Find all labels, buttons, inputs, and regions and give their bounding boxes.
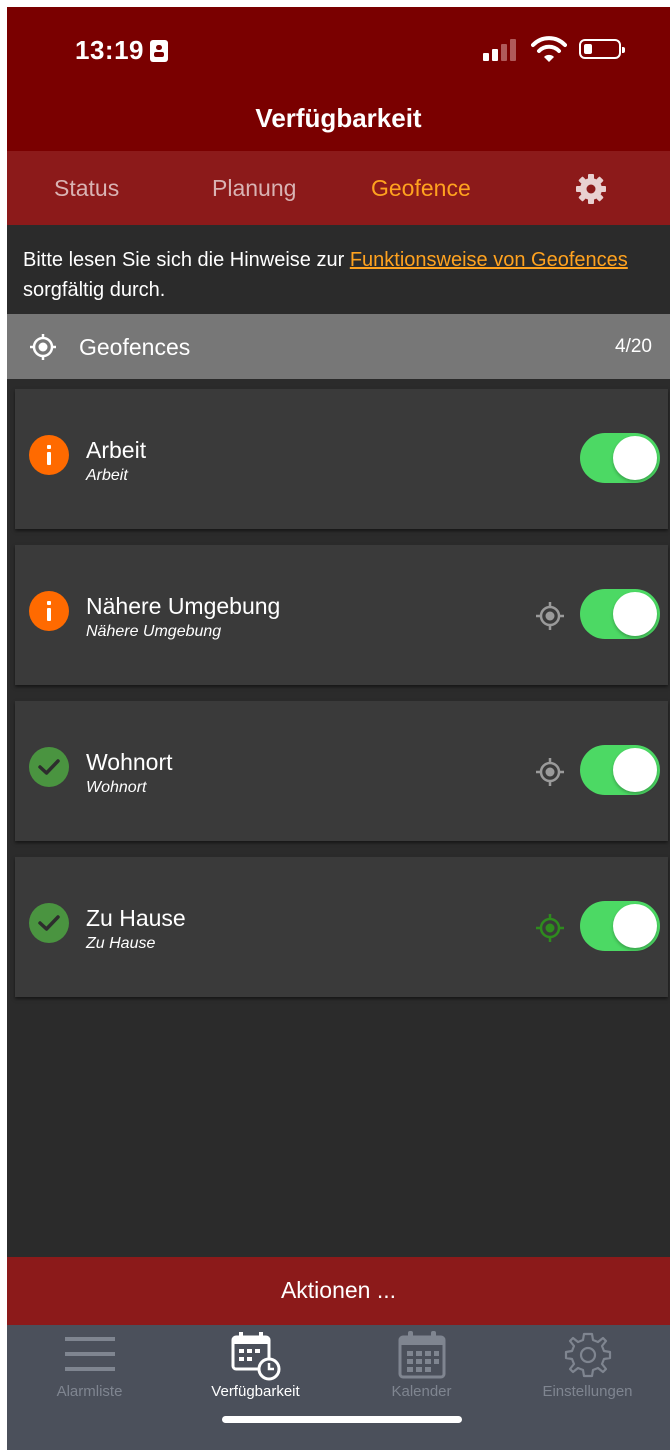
geofence-toggle[interactable] (580, 745, 660, 795)
locate-icon[interactable] (535, 757, 565, 787)
nav-einstellungen[interactable]: Einstellungen (505, 1325, 670, 1415)
locate-icon[interactable] (535, 601, 565, 631)
geofence-subtitle: Wohnort (86, 779, 147, 796)
bottom-nav: Alarmliste Verfügbarkeit Kalender Einste… (7, 1325, 670, 1450)
geofence-item-arbeit[interactable]: Arbeit Arbeit (15, 389, 668, 529)
tab-planung[interactable]: Planung (212, 175, 296, 202)
geofence-item-zu-hause[interactable]: Zu Hause Zu Hause (15, 857, 668, 997)
geofence-toggle[interactable] (580, 901, 660, 951)
page-title: Verfügbarkeit (255, 103, 422, 133)
calendar-clock-icon (231, 1332, 280, 1381)
warning-info-icon (29, 591, 69, 631)
actions-button[interactable]: Aktionen ... (7, 1257, 670, 1325)
geofence-title: Arbeit (86, 437, 147, 463)
notice-text-before: Bitte lesen Sie sich die Hinweise zur (23, 249, 350, 271)
geofences-section-header: Geofences 4/20 (7, 314, 670, 379)
geofence-title: Wohnort (86, 749, 173, 775)
wifi-icon (531, 36, 567, 62)
check-circle-icon (29, 903, 69, 943)
cellular-signal-icon (483, 39, 517, 61)
tab-status[interactable]: Status (54, 175, 119, 202)
status-time: 13:19 (75, 35, 144, 65)
geofence-item-wohnort[interactable]: Wohnort Wohnort (15, 701, 668, 841)
crosshair-icon (30, 334, 56, 360)
nav-alarmliste[interactable]: Alarmliste (7, 1325, 172, 1415)
list-icon (64, 1337, 115, 1371)
actions-label: Aktionen ... (280, 1277, 397, 1303)
geofence-item-naehere-umgebung[interactable]: Nähere Umgebung Nähere Umgebung (15, 545, 668, 685)
nav-label: Verfügbarkeit (211, 1383, 300, 1400)
geofence-notice: Bitte lesen Sie sich die Hinweise zur Fu… (23, 245, 653, 305)
header: Verfügbarkeit (7, 87, 670, 151)
geofence-subtitle: Nähere Umgebung (86, 623, 222, 640)
home-indicator (222, 1416, 462, 1423)
geofence-title: Zu Hause (86, 905, 186, 931)
geofence-help-link[interactable]: Funktionsweise von Geofences (350, 249, 628, 271)
geofence-toggle[interactable] (580, 433, 660, 483)
geofence-toggle[interactable] (580, 589, 660, 639)
nav-label: Einstellungen (542, 1383, 633, 1400)
gear-icon (564, 1332, 611, 1378)
check-circle-icon (29, 747, 69, 787)
nav-verfuegbarkeit[interactable]: Verfügbarkeit (173, 1325, 338, 1415)
settings-gear-icon[interactable] (573, 171, 609, 207)
section-title: Geofences (79, 334, 191, 360)
calendar-icon (398, 1331, 445, 1379)
geofence-count: 4/20 (615, 336, 652, 357)
status-bar: 13:19 (7, 7, 670, 87)
tab-geofence[interactable]: Geofence (371, 175, 471, 202)
app-screen: 13:19 Verfügbarkeit Status Planung Geofe… (7, 7, 670, 1450)
tab-bar: Status Planung Geofence (7, 151, 670, 225)
contact-card-icon (150, 40, 168, 62)
warning-info-icon (29, 435, 69, 475)
nav-label: Kalender (391, 1383, 452, 1400)
geofence-subtitle: Zu Hause (86, 935, 156, 952)
battery-icon (579, 39, 625, 59)
geofence-title: Nähere Umgebung (86, 593, 281, 619)
nav-label: Alarmliste (56, 1383, 123, 1400)
geofence-subtitle: Arbeit (86, 467, 128, 484)
notice-text-after: sorgfältig durch. (23, 279, 166, 301)
locate-active-icon[interactable] (535, 913, 565, 943)
nav-kalender[interactable]: Kalender (339, 1325, 504, 1415)
